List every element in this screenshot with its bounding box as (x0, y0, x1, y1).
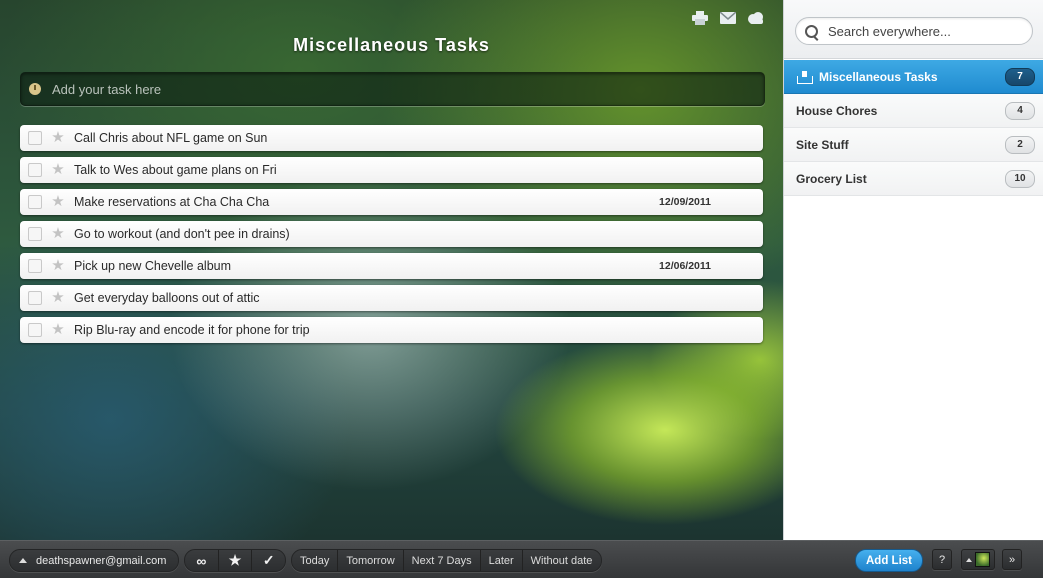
date-filters: Today Tomorrow Next 7 Days Later Without… (291, 549, 602, 572)
sidebar-item-label: Miscellaneous Tasks (819, 69, 938, 84)
clock-icon (29, 83, 41, 95)
add-task-bar[interactable] (20, 72, 765, 106)
star-icon[interactable]: ★ (51, 162, 65, 177)
star-icon[interactable]: ★ (51, 258, 65, 273)
sidebar-item-label: Grocery List (796, 171, 867, 186)
sidebar-item-site-stuff[interactable]: Site Stuff 2 (784, 128, 1043, 162)
search-input[interactable] (826, 22, 1020, 40)
task-text: Call Chris about NFL game on Sun (74, 131, 268, 145)
inbox-icon (797, 70, 813, 84)
star-icon[interactable]: ★ (51, 226, 65, 241)
task-checkbox[interactable] (28, 195, 42, 209)
count-badge: 4 (1005, 101, 1035, 120)
search-icon (805, 24, 818, 38)
help-button[interactable]: ? (932, 549, 952, 570)
task-text: Make reservations at Cha Cha Cha (74, 195, 270, 209)
task-row[interactable]: ★ Go to workout (and don't pee in drains… (20, 221, 763, 247)
task-row[interactable]: ★ Get everyday balloons out of attic (20, 285, 763, 311)
count-badge: 7 (1005, 67, 1035, 86)
task-row[interactable]: ★ Call Chris about NFL game on Sun (20, 125, 763, 151)
star-icon[interactable]: ★ (51, 130, 65, 145)
task-row[interactable]: ★ Make reservations at Cha Cha Cha 12/09… (20, 189, 763, 215)
bottom-bar: deathspawner@gmail.com ∞ ★ ✓ Today Tomor… (0, 540, 1043, 578)
task-row[interactable]: ★ Talk to Wes about game plans on Fri (20, 157, 763, 183)
list-navigation: Miscellaneous Tasks 7 House Chores 4 Sit… (784, 60, 1043, 196)
task-checkbox[interactable] (28, 227, 42, 241)
star-icon[interactable]: ★ (219, 550, 253, 571)
task-checkbox[interactable] (28, 259, 42, 273)
task-checkbox[interactable] (28, 323, 42, 337)
top-toolbar (691, 10, 765, 26)
task-text: Get everyday balloons out of attic (74, 291, 260, 305)
task-checkbox[interactable] (28, 131, 42, 145)
search-box[interactable] (795, 17, 1033, 45)
sidebar-item-miscellaneous-tasks[interactable]: Miscellaneous Tasks 7 (784, 60, 1043, 94)
mail-icon[interactable] (719, 10, 737, 26)
task-text: Pick up new Chevelle album (74, 259, 232, 273)
task-due-date: 12/06/2011 (659, 260, 711, 272)
count-badge: 10 (1005, 169, 1035, 188)
task-checkbox[interactable] (28, 291, 42, 305)
count-badge: 2 (1005, 135, 1035, 154)
task-checkbox[interactable] (28, 163, 42, 177)
expand-button[interactable]: » (1002, 549, 1022, 570)
star-icon[interactable]: ★ (51, 290, 65, 305)
star-icon[interactable]: ★ (51, 322, 65, 337)
task-due-date: 12/09/2011 (659, 196, 711, 208)
filter-today[interactable]: Today (292, 550, 339, 571)
page-title: Miscellaneous Tasks (293, 35, 490, 55)
account-button[interactable]: deathspawner@gmail.com (9, 549, 179, 572)
task-area: Miscellaneous Tasks ★ Call Chris about N… (0, 0, 783, 540)
task-text: Go to workout (and don't pee in drains) (74, 227, 290, 241)
background-button[interactable] (961, 549, 995, 570)
triangle-up-icon (966, 557, 972, 562)
star-icon[interactable]: ★ (51, 194, 65, 209)
filter-next-7-days[interactable]: Next 7 Days (404, 550, 481, 571)
filter-tomorrow[interactable]: Tomorrow (338, 550, 404, 571)
sidebar: Miscellaneous Tasks 7 House Chores 4 Sit… (783, 0, 1043, 540)
triangle-up-icon (19, 558, 27, 563)
filter-without-date[interactable]: Without date (523, 550, 601, 571)
sidebar-item-label: Site Stuff (796, 137, 849, 152)
task-text: Rip Blu-ray and encode it for phone for … (74, 323, 310, 337)
filter-later[interactable]: Later (481, 550, 523, 571)
add-task-input[interactable] (50, 80, 764, 98)
task-row[interactable]: ★ Rip Blu-ray and encode it for phone fo… (20, 317, 763, 343)
sidebar-item-grocery-list[interactable]: Grocery List 10 (784, 162, 1043, 196)
infinity-icon[interactable]: ∞ (185, 550, 219, 571)
account-email: deathspawner@gmail.com (36, 554, 167, 567)
smart-filters: ∞ ★ ✓ (184, 549, 286, 572)
task-list: ★ Call Chris about NFL game on Sun ★ Tal… (20, 125, 763, 349)
check-icon[interactable]: ✓ (252, 550, 285, 571)
background-thumbnail-icon (975, 552, 990, 567)
sidebar-item-house-chores[interactable]: House Chores 4 (784, 94, 1043, 128)
cloud-icon[interactable] (747, 10, 765, 26)
search-area (784, 0, 1043, 59)
add-list-button[interactable]: Add List (855, 549, 923, 572)
task-text: Talk to Wes about game plans on Fri (74, 163, 277, 177)
print-icon[interactable] (691, 10, 709, 26)
sidebar-item-label: House Chores (796, 103, 878, 118)
task-row[interactable]: ★ Pick up new Chevelle album 12/06/2011 (20, 253, 763, 279)
